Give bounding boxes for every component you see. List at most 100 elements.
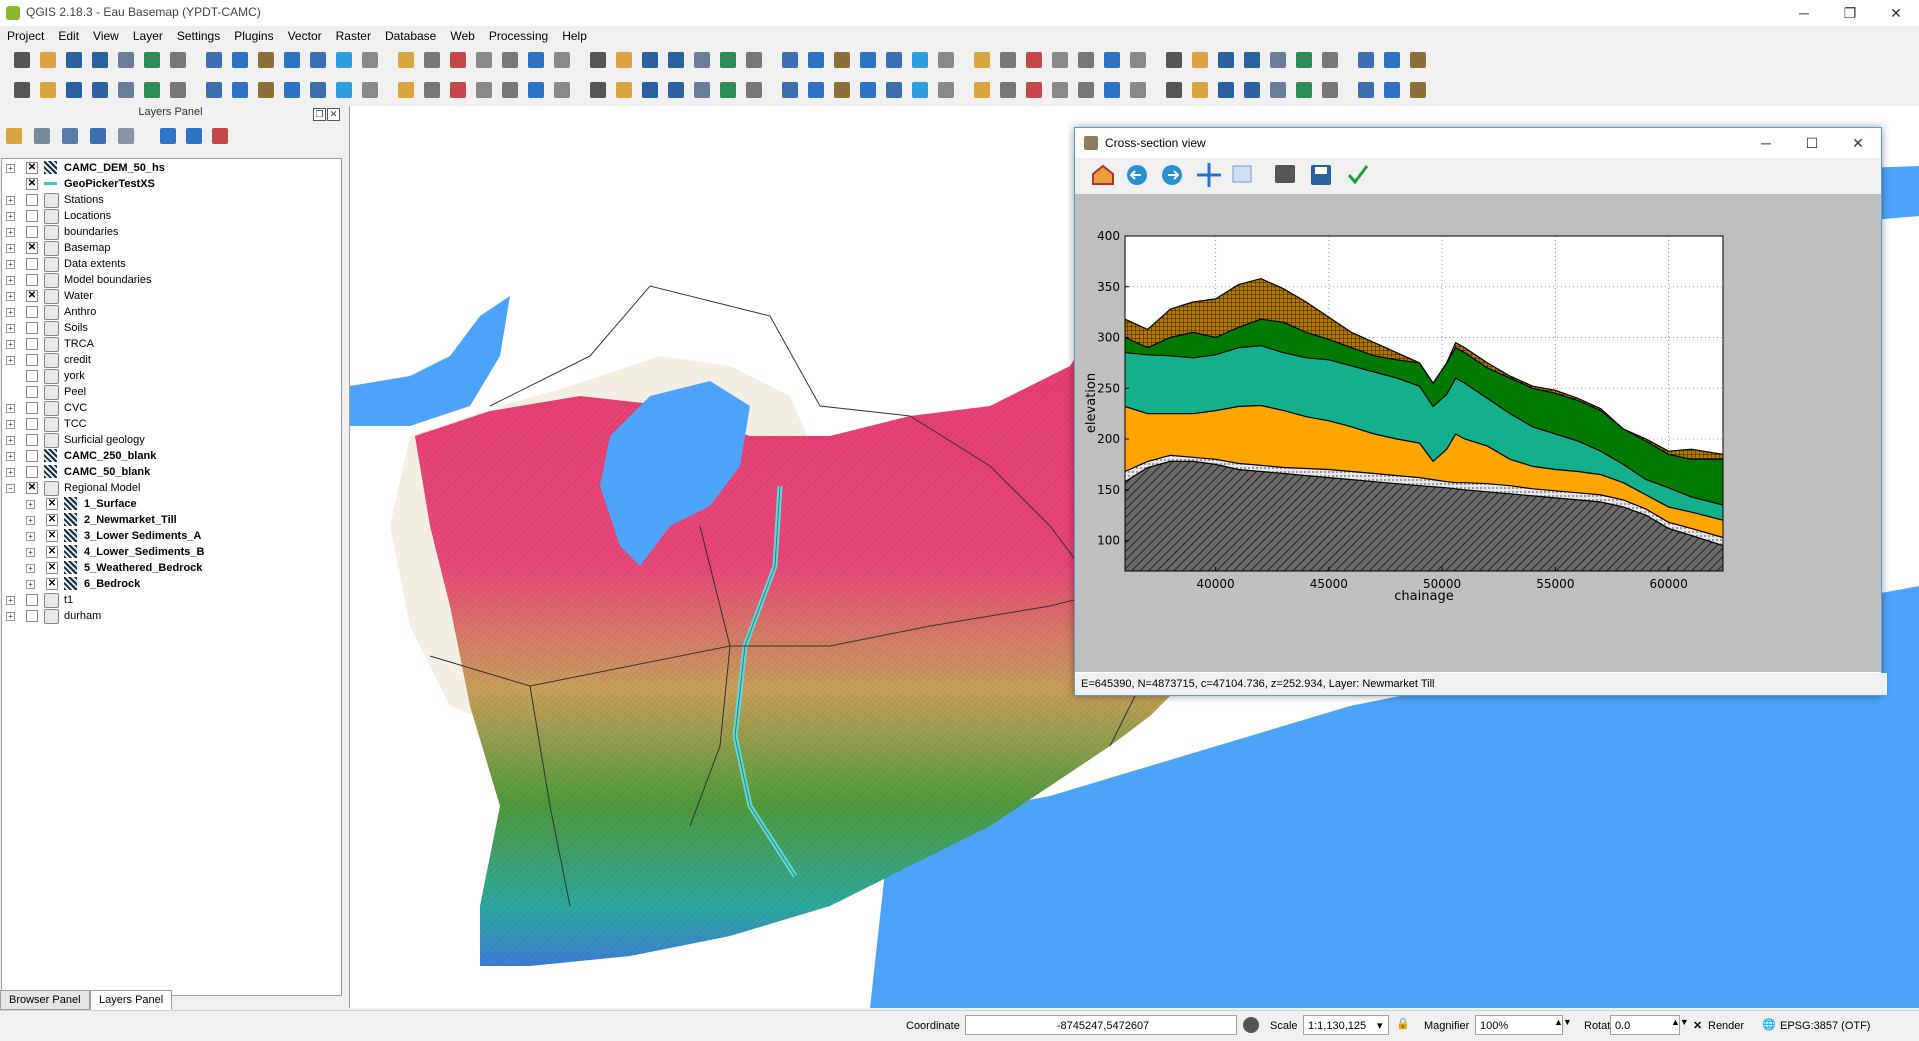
layer-visibility-checkbox[interactable]: ✕ [46, 498, 58, 510]
edit-tool-27-icon[interactable] [720, 82, 736, 98]
menu-edit[interactable]: Edit [51, 26, 86, 46]
filter-expression-icon[interactable] [118, 128, 134, 144]
chevron-down-icon[interactable]: ▾ [1377, 1019, 1383, 1032]
layer-visibility-checkbox[interactable]: ✕ [26, 290, 38, 302]
expand-toggle-icon[interactable]: + [6, 436, 15, 445]
layer-row[interactable]: + ✕ 4_Lower_Sediments_B [2, 544, 341, 560]
menu-project[interactable]: Project [0, 26, 51, 46]
layer-row[interactable]: + ✕ 2_Newmarket_Till [2, 512, 341, 528]
expand-toggle-icon[interactable]: + [26, 500, 35, 509]
expand-toggle-icon[interactable]: − [6, 484, 15, 493]
main-tool-17-icon[interactable] [450, 52, 466, 68]
layer-visibility-checkbox[interactable] [26, 306, 38, 318]
menu-plugins[interactable]: Plugins [227, 26, 280, 46]
layer-row[interactable]: − ✕ Regional Model [2, 480, 341, 496]
expand-toggle-icon[interactable]: + [6, 308, 15, 317]
edit-tool-46-icon[interactable] [1244, 82, 1260, 98]
layer-row[interactable]: + CVC [2, 400, 341, 416]
layer-row[interactable]: + credit [2, 352, 341, 368]
edit-tool-12-icon[interactable] [310, 82, 326, 98]
expand-toggle-icon[interactable]: + [26, 548, 35, 557]
remove-layer-icon[interactable] [212, 128, 228, 144]
edit-tool-13-icon[interactable] [336, 82, 352, 98]
open-layer-styling-icon[interactable] [6, 128, 22, 144]
layer-visibility-checkbox[interactable]: ✕ [46, 562, 58, 574]
render-checkbox[interactable]: ✕ [1693, 1019, 1702, 1032]
main-tool-21-icon[interactable] [554, 52, 570, 68]
main-tool-33-icon[interactable] [886, 52, 902, 68]
edit-tool-19-icon[interactable] [502, 82, 518, 98]
edit-tool-16-icon[interactable] [424, 82, 440, 98]
main-tool-18-icon[interactable] [476, 52, 492, 68]
main-tool-37-icon[interactable] [1000, 52, 1016, 68]
edit-tool-20-icon[interactable] [528, 82, 544, 98]
xs-minimize-button[interactable]: ─ [1743, 130, 1789, 156]
menu-database[interactable]: Database [378, 26, 443, 46]
expand-toggle-icon[interactable]: + [26, 564, 35, 573]
layer-row[interactable]: + ✕ CAMC_DEM_50_hs [2, 160, 341, 176]
layer-row[interactable]: + ✕ 5_Weathered_Bedrock [2, 560, 341, 576]
edit-tool-38-icon[interactable] [1026, 82, 1042, 98]
main-tool-19-icon[interactable] [502, 52, 518, 68]
lock-icon[interactable]: 🔒 [1396, 1017, 1410, 1030]
expand-toggle-icon[interactable]: + [6, 468, 15, 477]
expand-toggle-icon[interactable]: + [6, 212, 15, 221]
layer-visibility-checkbox[interactable] [26, 354, 38, 366]
main-tool-5-icon[interactable] [118, 52, 134, 68]
main-tool-50-icon[interactable] [1358, 52, 1374, 68]
edit-tool-43-icon[interactable] [1166, 82, 1182, 98]
rotation-field[interactable]: 0.0 [1610, 1015, 1680, 1035]
collapse-all-icon[interactable] [186, 128, 202, 144]
main-tool-9-icon[interactable] [232, 52, 248, 68]
edit-tool-6-icon[interactable] [144, 82, 160, 98]
layer-row[interactable]: + t1 [2, 592, 341, 608]
layer-row[interactable]: + Stations [2, 192, 341, 208]
menu-vector[interactable]: Vector [281, 26, 329, 46]
expand-toggle-icon[interactable]: + [6, 356, 15, 365]
main-tool-23-icon[interactable] [616, 52, 632, 68]
edit-tool-26-icon[interactable] [694, 82, 710, 98]
layer-visibility-checkbox[interactable]: ✕ [46, 546, 58, 558]
layer-visibility-checkbox[interactable]: ✕ [26, 482, 38, 494]
layer-row[interactable]: + Soils [2, 320, 341, 336]
edit-tool-24-icon[interactable] [642, 82, 658, 98]
cross-section-window[interactable]: Cross-section view ─ ☐ ✕ 40000 45000 500… [1074, 127, 1887, 696]
layer-row[interactable]: + Model boundaries [2, 272, 341, 288]
main-tool-11-icon[interactable] [284, 52, 300, 68]
layer-visibility-checkbox[interactable] [26, 194, 38, 206]
expand-toggle-icon[interactable]: + [6, 276, 15, 285]
edit-tool-2-icon[interactable] [40, 82, 56, 98]
layer-visibility-checkbox[interactable] [26, 466, 38, 478]
main-tool-27-icon[interactable] [720, 52, 736, 68]
edit-tool-22-icon[interactable] [590, 82, 606, 98]
edit-tool-37-icon[interactable] [1000, 82, 1016, 98]
main-tool-40-icon[interactable] [1078, 52, 1094, 68]
edit-tool-41-icon[interactable] [1104, 82, 1120, 98]
layer-row[interactable]: ✕ GeoPickerTestXS [2, 176, 341, 192]
main-tool-4-icon[interactable] [92, 52, 108, 68]
main-tool-35-icon[interactable] [938, 52, 954, 68]
edit-tool-45-icon[interactable] [1218, 82, 1234, 98]
edit-tool-44-icon[interactable] [1192, 82, 1208, 98]
add-group-icon[interactable] [34, 128, 50, 144]
crs-status[interactable]: EPSG:3857 (OTF) [1780, 1020, 1870, 1032]
main-tool-20-icon[interactable] [528, 52, 544, 68]
check-icon[interactable] [1347, 165, 1369, 185]
main-tool-15-icon[interactable] [398, 52, 414, 68]
edit-tool-14-icon[interactable] [362, 82, 378, 98]
main-tool-41-icon[interactable] [1104, 52, 1120, 68]
main-tool-42-icon[interactable] [1130, 52, 1146, 68]
edit-tool-30-icon[interactable] [808, 82, 824, 98]
layer-visibility-checkbox[interactable] [26, 370, 38, 382]
layer-visibility-checkbox[interactable] [26, 418, 38, 430]
edit-tool-34-icon[interactable] [912, 82, 928, 98]
expand-toggle-icon[interactable]: + [6, 340, 15, 349]
edit-tool-40-icon[interactable] [1078, 82, 1094, 98]
expand-toggle-icon[interactable]: + [6, 164, 15, 173]
main-tool-49-icon[interactable] [1322, 52, 1338, 68]
main-tool-22-icon[interactable] [590, 52, 606, 68]
edit-tool-32-icon[interactable] [860, 82, 876, 98]
expand-toggle-icon[interactable]: + [6, 596, 15, 605]
main-tool-12-icon[interactable] [310, 52, 326, 68]
layer-visibility-checkbox[interactable]: ✕ [46, 578, 58, 590]
